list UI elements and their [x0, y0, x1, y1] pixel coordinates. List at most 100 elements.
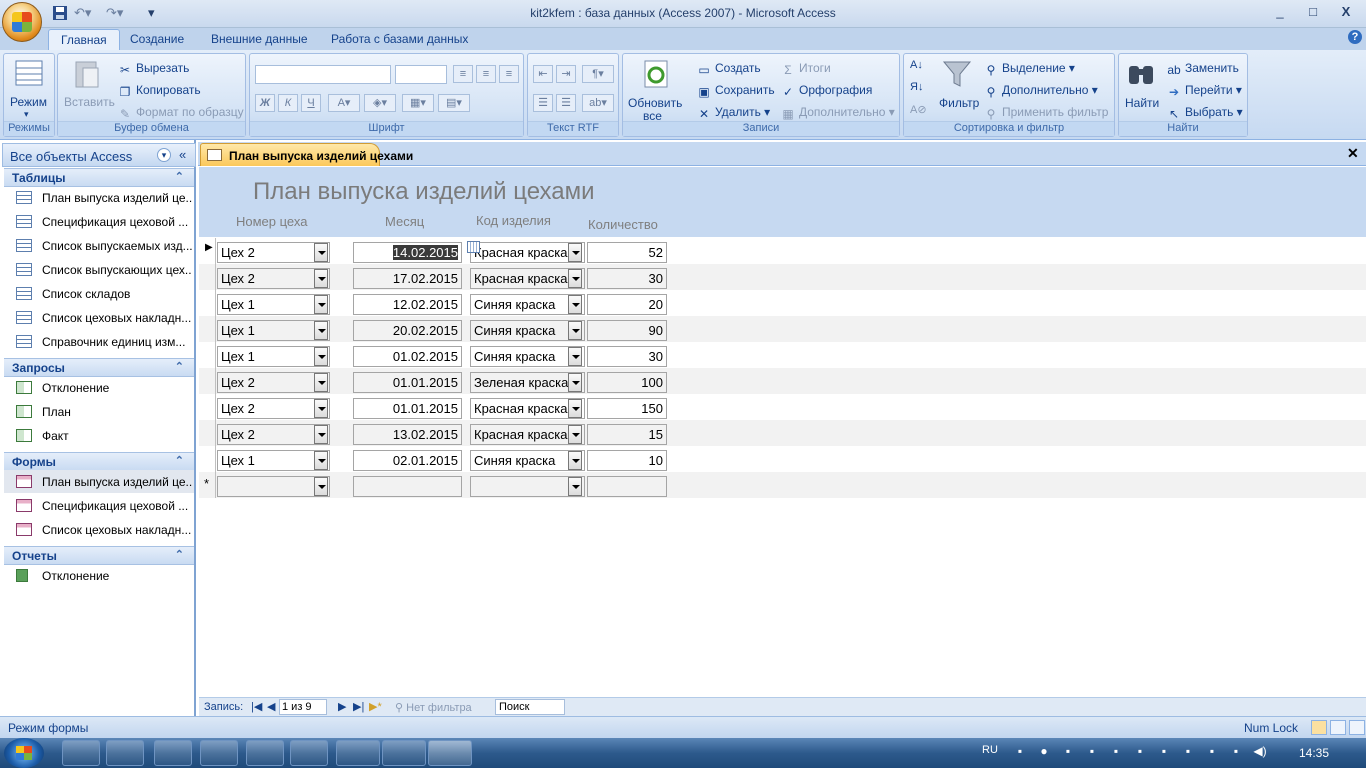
view-button[interactable]: Режим: [10, 95, 47, 109]
italic-button[interactable]: К: [278, 94, 298, 112]
bullets-icon[interactable]: ☰: [556, 94, 576, 112]
chevron-down-icon[interactable]: [568, 243, 582, 262]
month-field[interactable]: 20.02.2015: [353, 320, 462, 341]
decrease-indent-icon[interactable]: ⇤: [533, 65, 553, 83]
fill-color-icon[interactable]: ◈▾: [364, 94, 396, 112]
record-selector[interactable]: ▶: [199, 238, 216, 264]
chevron-down-icon[interactable]: [568, 269, 582, 288]
nav-item[interactable]: Спецификация цеховой ...: [4, 494, 194, 517]
close-document-icon[interactable]: ✕: [1347, 145, 1359, 162]
cut-button[interactable]: ✂ Вырезать: [118, 61, 189, 76]
quantity-field[interactable]: 100: [587, 372, 667, 393]
nav-item[interactable]: Отклонение: [4, 376, 194, 399]
nav-section-header[interactable]: Запросы ⌃: [4, 358, 194, 377]
record-selector[interactable]: [199, 446, 216, 472]
maximize-button[interactable]: □: [1301, 4, 1325, 20]
tab-external-data[interactable]: Внешние данные: [199, 29, 320, 50]
nav-item[interactable]: Список выпускаемых изд...: [4, 234, 194, 257]
align-left-icon[interactable]: ≡: [453, 65, 473, 83]
minimize-button[interactable]: _: [1268, 4, 1292, 20]
record-selector[interactable]: [199, 342, 216, 368]
form-view-icon[interactable]: [1311, 720, 1327, 735]
filter-button[interactable]: Фильтр: [939, 96, 979, 110]
tray-icon[interactable]: ▪: [1084, 744, 1100, 760]
shield-tray-icon[interactable]: ▪: [1156, 744, 1172, 760]
chevron-down-icon[interactable]: [314, 373, 328, 392]
chevron-down-icon[interactable]: [314, 451, 328, 470]
close-button[interactable]: X: [1334, 4, 1358, 20]
search-input[interactable]: Поиск: [495, 699, 565, 715]
bold-button[interactable]: Ж: [255, 94, 275, 112]
record-selector[interactable]: [199, 394, 216, 420]
highlight-icon[interactable]: ab▾: [582, 94, 614, 112]
nav-menu-dropdown-icon[interactable]: ▾: [157, 148, 171, 162]
increase-indent-icon[interactable]: ⇥: [556, 65, 576, 83]
copy-button[interactable]: ❐ Копировать: [118, 83, 201, 98]
quantity-field[interactable]: 150: [587, 398, 667, 419]
tab-database-tools[interactable]: Работа с базами данных: [319, 29, 480, 50]
month-field[interactable]: 13.02.2015: [353, 424, 462, 445]
last-record-icon[interactable]: ▶|: [353, 700, 364, 713]
numbering-icon[interactable]: ☰: [533, 94, 553, 112]
app-icon[interactable]: [336, 740, 380, 766]
nav-item[interactable]: План выпуска изделий це...: [4, 186, 194, 209]
alt-row-color-icon[interactable]: ▤▾: [438, 94, 470, 112]
sort-descending-icon[interactable]: Я↓: [910, 81, 923, 93]
nav-item[interactable]: Спецификация цеховой ...: [4, 210, 194, 233]
font-name-combo[interactable]: [255, 65, 391, 84]
month-field[interactable]: [353, 476, 462, 497]
chevron-down-icon[interactable]: [568, 347, 582, 366]
tab-home[interactable]: Главная: [48, 29, 120, 50]
collapse-chevron-icon[interactable]: ⌃: [175, 360, 184, 373]
record-selector[interactable]: [199, 264, 216, 290]
nav-section-header[interactable]: Отчеты ⌃: [4, 546, 194, 565]
refresh-all-button[interactable]: Обновить: [628, 96, 682, 110]
chevron-down-icon[interactable]: [568, 295, 582, 314]
record-selector[interactable]: *: [199, 472, 216, 498]
chevron-down-icon[interactable]: [568, 399, 582, 418]
next-record-icon[interactable]: ▶: [338, 700, 346, 713]
nav-item[interactable]: План выпуска изделий це...: [4, 470, 194, 493]
chevron-down-icon[interactable]: [314, 425, 328, 444]
language-indicator[interactable]: RU: [982, 744, 998, 756]
nav-item[interactable]: Отклонение: [4, 564, 194, 587]
spelling-button[interactable]: ✓ Орфография: [781, 83, 872, 98]
month-field[interactable]: 01.01.2015: [353, 372, 462, 393]
tray-icon[interactable]: ▪: [1180, 744, 1196, 760]
collapse-chevron-icon[interactable]: ⌃: [175, 548, 184, 561]
tray-icon[interactable]: ▪: [1132, 744, 1148, 760]
nav-item[interactable]: План: [4, 400, 194, 423]
goto-button[interactable]: ➔ Перейти ▾: [1167, 83, 1242, 98]
nav-item[interactable]: Список цеховых накладн...: [4, 306, 194, 329]
pdf-tray-icon[interactable]: ▪: [1012, 744, 1028, 760]
tab-create[interactable]: Создание: [118, 29, 196, 50]
select-button[interactable]: ↖ Выбрать ▾: [1167, 105, 1243, 120]
nav-item[interactable]: Список цеховых накладн...: [4, 518, 194, 541]
paragraph-direction-icon[interactable]: ¶▾: [582, 65, 614, 83]
record-position-input[interactable]: 1 из 9: [279, 699, 327, 715]
new-record-icon[interactable]: ▶*: [369, 700, 382, 713]
align-right-icon[interactable]: ≡: [499, 65, 519, 83]
calendar-icon[interactable]: [467, 241, 480, 253]
font-size-combo[interactable]: [395, 65, 447, 84]
month-field[interactable]: 02.01.2015: [353, 450, 462, 471]
help-icon[interactable]: ?: [1348, 30, 1362, 44]
month-field[interactable]: 01.01.2015: [353, 398, 462, 419]
navigation-pane-header[interactable]: Все объекты Access ▾ «: [2, 143, 196, 167]
design-view-icon[interactable]: [1349, 720, 1365, 735]
selection-button[interactable]: ⚲ Выделение ▾: [984, 61, 1075, 76]
chevron-down-icon[interactable]: [314, 399, 328, 418]
nav-item[interactable]: Список выпускающих цех...: [4, 258, 194, 281]
chevron-down-icon[interactable]: [568, 425, 582, 444]
clock[interactable]: 14:35: [1299, 746, 1329, 760]
align-center-icon[interactable]: ≡: [476, 65, 496, 83]
start-button[interactable]: [4, 738, 44, 768]
network-tray-icon[interactable]: ▪: [1228, 744, 1244, 760]
explorer-windows-icon[interactable]: [106, 740, 144, 766]
nav-item[interactable]: Справочник единиц изм...: [4, 330, 194, 353]
format-painter-button[interactable]: ✎ Формат по образцу: [118, 105, 244, 120]
record-selector[interactable]: [199, 420, 216, 446]
month-field[interactable]: 01.02.2015: [353, 346, 462, 367]
advanced-filter-button[interactable]: ⚲ Дополнительно ▾: [984, 83, 1098, 98]
chevron-down-icon[interactable]: [314, 243, 328, 262]
